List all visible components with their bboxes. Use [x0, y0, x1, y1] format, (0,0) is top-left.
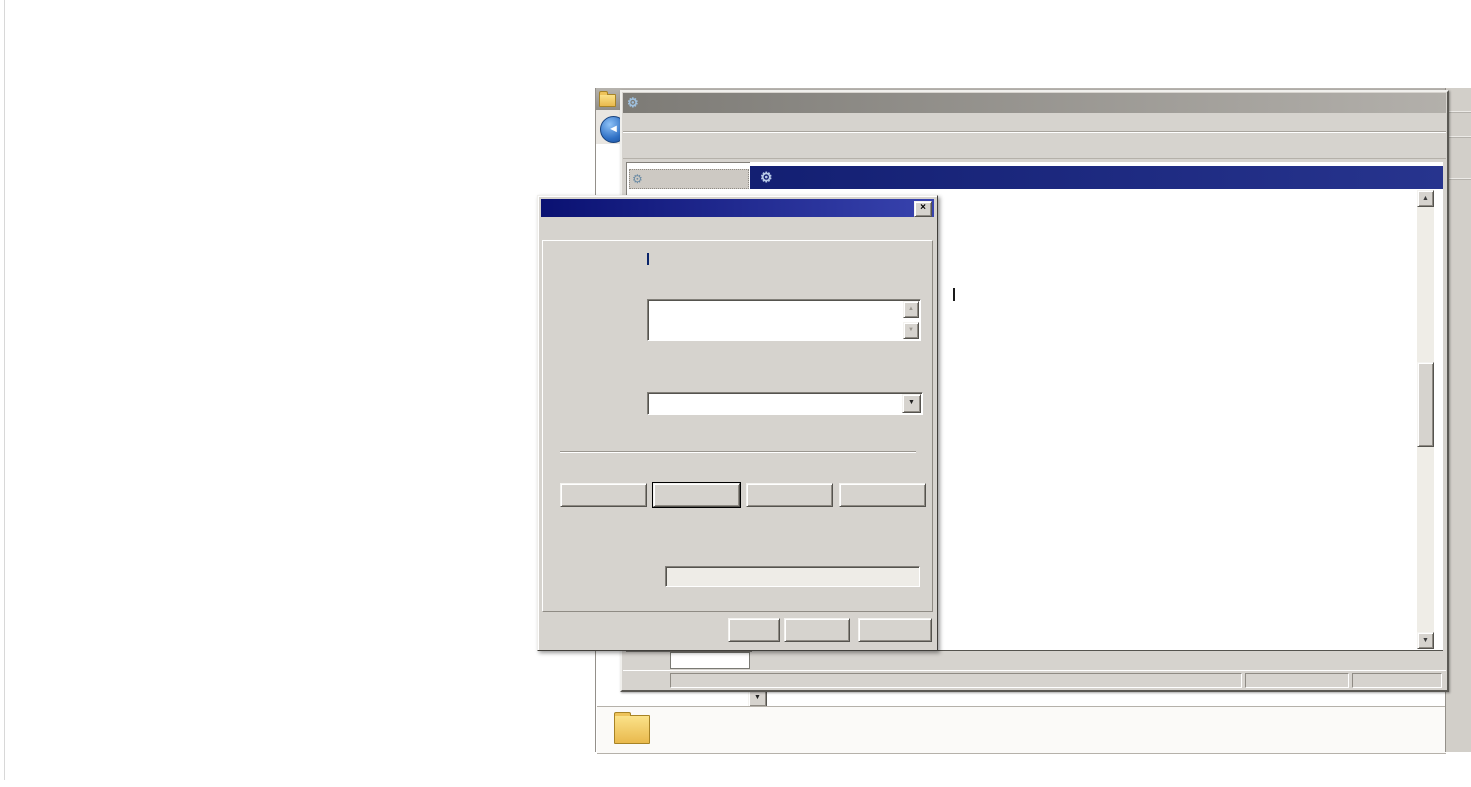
- uebernehmen-button[interactable]: [858, 618, 932, 642]
- table-scrollbar[interactable]: ▲ ▼: [1417, 190, 1434, 649]
- caret-mark: [953, 288, 955, 301]
- scroll-up-icon[interactable]: ▲: [1417, 190, 1434, 207]
- close-icon[interactable]: ×: [914, 201, 932, 217]
- beenden-button[interactable]: [653, 483, 740, 507]
- abbrechen-button[interactable]: [784, 618, 850, 642]
- statusbar-panel: [1245, 673, 1349, 688]
- explorer-statusbar: [597, 706, 1446, 754]
- starttyp-select[interactable]: ▼: [647, 392, 923, 415]
- anhalten-button[interactable]: [746, 483, 833, 507]
- back-arrow-icon: ◄: [608, 123, 619, 135]
- table-header: [960, 190, 1434, 207]
- tab-page-allgemein: ▲ ▼ ▼: [542, 240, 933, 612]
- chevron-down-icon: ▼: [754, 694, 761, 701]
- beschreibung-field[interactable]: ▲ ▼: [647, 299, 921, 341]
- fold-structure-line: [4, 0, 5, 780]
- editor-folding-gutter[interactable]: [0, 0, 13, 787]
- services-statusbar: [623, 670, 1446, 688]
- folder-icon-large: [614, 715, 650, 744]
- menubar: [623, 113, 1446, 133]
- result-pane-header: ⚙: [750, 166, 1443, 189]
- services-app-icon: ⚙: [627, 95, 639, 110]
- table-body: [960, 207, 1417, 649]
- tree-dropdown-button[interactable]: ▼: [748, 690, 767, 707]
- folder-icon: [599, 94, 616, 107]
- dienstname-value: [647, 253, 649, 265]
- dialog-titlebar[interactable]: ×: [541, 199, 934, 217]
- fortsetzen-button[interactable]: [839, 483, 926, 507]
- properties-dialog[interactable]: × ▲ ▼ ▼: [537, 195, 938, 651]
- separator: [560, 451, 916, 453]
- services-titlebar[interactable]: ⚙: [623, 93, 1446, 113]
- chevron-down-icon: ▼: [902, 394, 921, 413]
- scroll-down-icon[interactable]: ▼: [1417, 632, 1434, 649]
- statusbar-panel: [1352, 673, 1442, 688]
- tree-item-dienste-lokal[interactable]: ⚙: [629, 169, 749, 189]
- service-gear-icon: ⚙: [632, 172, 643, 186]
- scrollbar-thumb[interactable]: [1417, 362, 1434, 447]
- starten-button[interactable]: [560, 483, 647, 507]
- ok-button[interactable]: [728, 618, 780, 642]
- services-table[interactable]: ▲ ▼: [960, 190, 1434, 650]
- filter-box: [670, 652, 750, 669]
- scroll-up-icon[interactable]: ▲: [903, 301, 919, 318]
- screen: ◄ ▼ ⚙ ⚙ ⚙: [0, 0, 1471, 787]
- statusbar-panel: [670, 673, 1242, 688]
- toolbar: [623, 132, 1446, 159]
- startparameter-input[interactable]: [665, 566, 920, 587]
- scroll-down-icon[interactable]: ▼: [903, 322, 919, 339]
- service-gear-icon: ⚙: [760, 169, 773, 185]
